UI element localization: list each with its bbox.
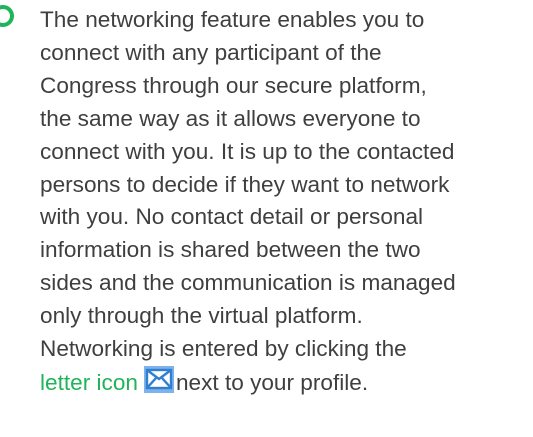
text-after-icon: next to your profile. [175, 369, 369, 395]
text-line: only through the virtual platform. [40, 303, 363, 329]
circle-bullet-icon [0, 4, 15, 28]
text-line: connect with any participant of the [40, 39, 382, 65]
text-line: The networking feature enables you to [40, 7, 425, 32]
text-line: connect with you. It is up to the contac… [40, 138, 455, 164]
letter-icon-link[interactable]: letter icon [40, 370, 138, 395]
envelope-icon[interactable] [143, 365, 174, 393]
networking-info-panel: The networking feature enables you to co… [0, 0, 533, 437]
text-line: persons to decide if they want to networ… [40, 171, 450, 197]
text-line: Networking is entered by clicking the [40, 336, 407, 362]
text-line: Congress through our secure platform, [40, 72, 427, 98]
last-text-line: letter icon next to your profile. [40, 365, 510, 400]
text-line: information is shared between the two [40, 237, 421, 263]
text-line: the same way as it allows everyone to [40, 105, 421, 131]
text-line: sides and the communication is managed [40, 270, 456, 296]
text-line: with you. No contact detail or personal [40, 204, 424, 230]
networking-description: The networking feature enables you to co… [40, 4, 510, 400]
